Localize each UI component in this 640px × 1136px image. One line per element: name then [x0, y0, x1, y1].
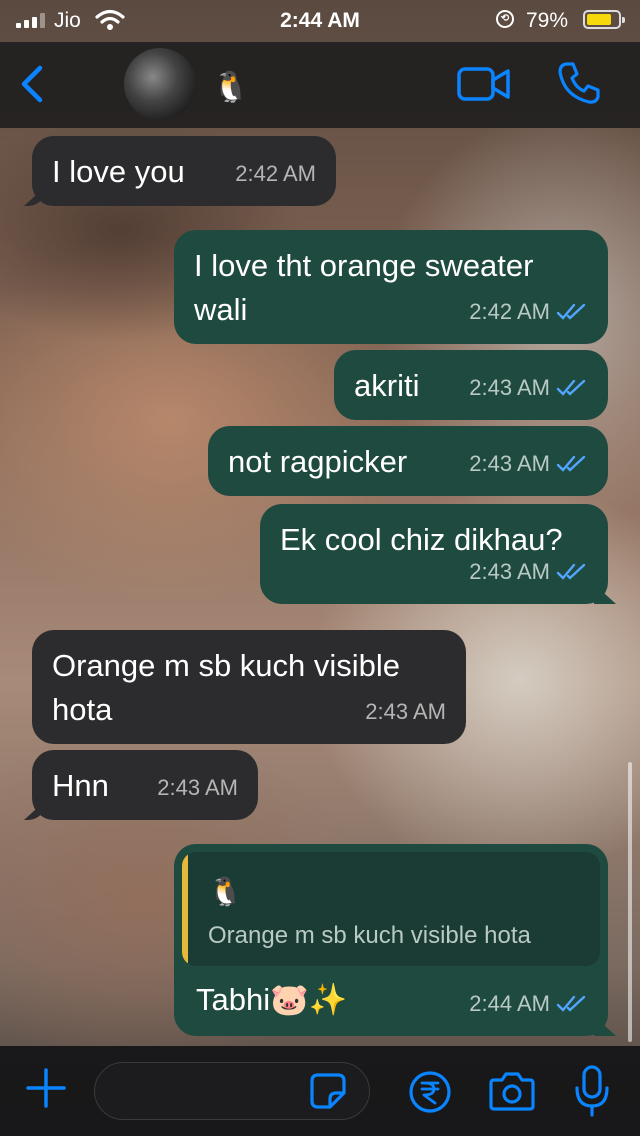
- video-call-icon[interactable]: [456, 64, 512, 104]
- sticker-icon[interactable]: [308, 1071, 348, 1111]
- reply-accent-bar: [182, 852, 188, 966]
- message-bubble[interactable]: I love you 2:42 AM: [24, 136, 336, 206]
- quoted-reply[interactable]: 🐧 Orange m sb kuch visible hota: [182, 852, 600, 966]
- message-bubble[interactable]: Hnn 2:43 AM: [24, 750, 258, 820]
- orientation-lock-icon: ⟲: [496, 10, 514, 28]
- camera-icon[interactable]: [488, 1070, 536, 1112]
- message-time: 2:43 AM: [365, 699, 446, 724]
- plus-icon[interactable]: [24, 1066, 68, 1110]
- microphone-icon[interactable]: [574, 1064, 610, 1118]
- battery-fill: [587, 14, 611, 25]
- chat-header: 🐧: [0, 42, 640, 128]
- message-text: Hnn: [52, 768, 109, 803]
- message-bubble[interactable]: Ek cool chiz dikhau? 2:43 AM: [260, 504, 616, 604]
- message-time: 2:43 AM: [469, 375, 550, 400]
- message-time: 2:42 AM: [469, 299, 550, 324]
- message-time: 2:44 AM: [469, 991, 550, 1016]
- message-bubble[interactable]: not ragpicker 2:43 AM: [208, 426, 608, 496]
- message-composer: [0, 1046, 640, 1136]
- message-bubble[interactable]: I love tht orange sweater wali 2:42 AM: [174, 230, 608, 344]
- message-text: I love you: [52, 154, 185, 189]
- read-receipt-icon: [556, 995, 586, 1012]
- message-time: 2:43 AM: [469, 451, 550, 476]
- battery-percent: 79%: [526, 9, 569, 32]
- read-receipt-icon: [556, 379, 586, 396]
- read-receipt-icon: [556, 563, 586, 580]
- reply-sender: 🐧: [208, 876, 243, 907]
- battery-icon: [583, 10, 625, 29]
- rupee-payment-icon[interactable]: [408, 1070, 452, 1114]
- message-time: 2:43 AM: [469, 559, 550, 584]
- message-time: 2:43 AM: [157, 775, 238, 800]
- message-time: 2:42 AM: [235, 161, 316, 186]
- message-bubble[interactable]: akriti 2:43 AM: [334, 350, 608, 420]
- read-receipt-icon: [556, 455, 586, 472]
- reply-text: Orange m sb kuch visible hota: [208, 922, 531, 949]
- message-text: not ragpicker: [228, 444, 408, 479]
- message-bubble[interactable]: Orange m sb kuch visible hota 2:43 AM: [32, 630, 466, 744]
- message-text: Tabhi🐷✨: [196, 982, 348, 1017]
- message-text: akriti: [354, 368, 420, 403]
- reply-message-bubble[interactable]: 🐧 Orange m sb kuch visible hota Tabhi🐷✨ …: [174, 844, 616, 1036]
- status-bar: Jio 2:44 AM ⟲ 79%: [0, 0, 640, 42]
- avatar[interactable]: [124, 48, 196, 120]
- scroll-indicator[interactable]: [628, 762, 632, 1042]
- contact-name[interactable]: 🐧: [212, 70, 249, 105]
- phone-icon[interactable]: [556, 60, 602, 106]
- read-receipt-icon: [556, 303, 586, 320]
- back-chevron-icon[interactable]: [16, 62, 50, 106]
